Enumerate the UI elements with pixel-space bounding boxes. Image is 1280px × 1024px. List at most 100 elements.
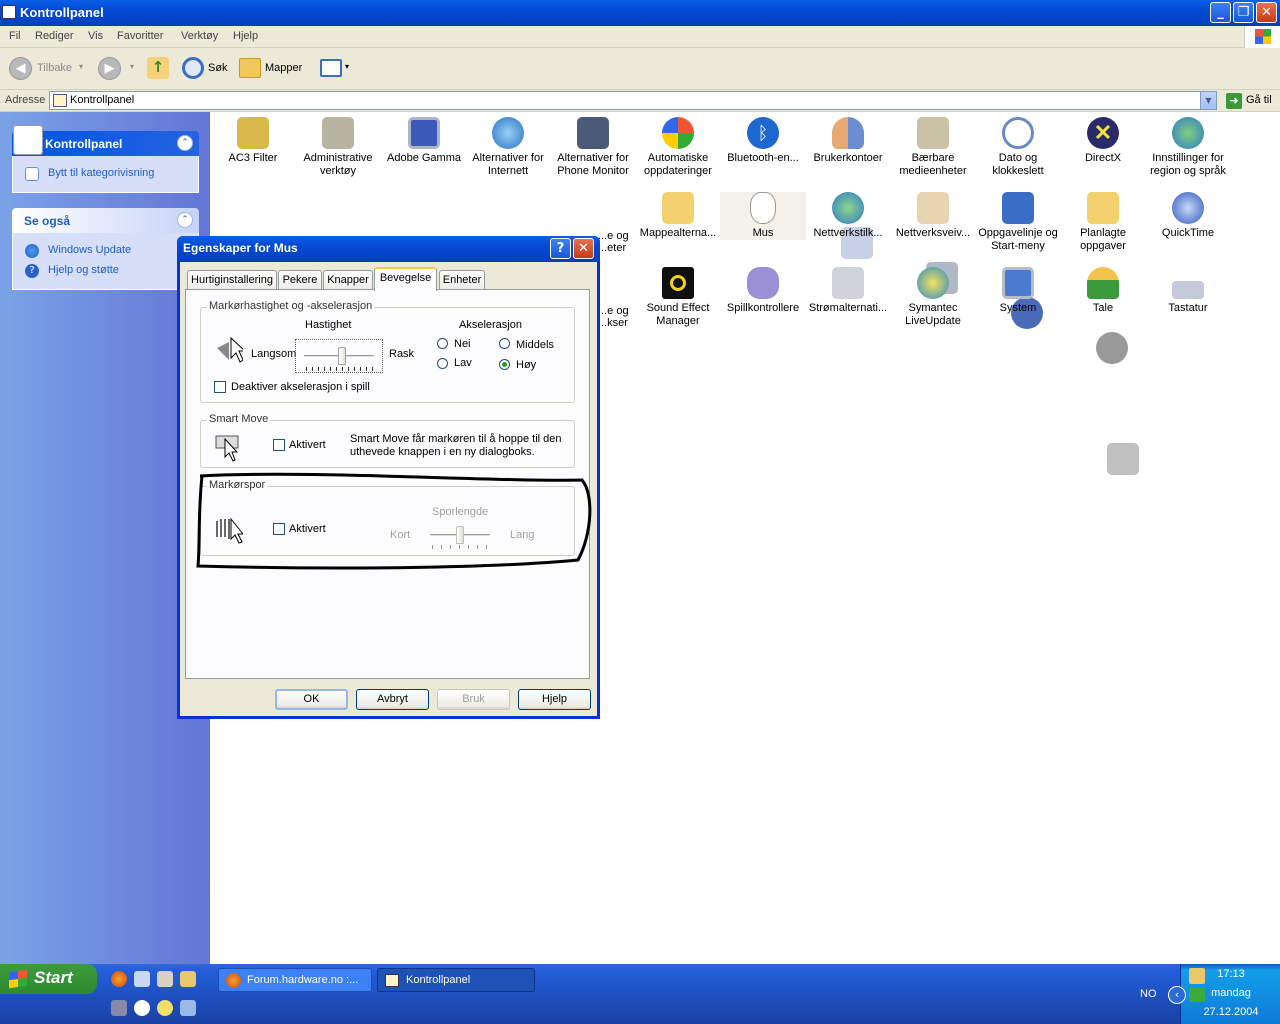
item-bluetooth[interactable]: ᛒ Bluetooth-en... (720, 117, 806, 165)
item-portable-media[interactable]: Bærbare medieenheter (890, 117, 976, 178)
panel-header-see-also[interactable]: Se også ⌃ (12, 208, 199, 233)
up-folder-icon[interactable]: ↑ (147, 57, 169, 79)
task-forum-hardware[interactable]: Forum.hardware.no :... (218, 968, 372, 992)
item-mouse[interactable]: Mus (720, 192, 806, 240)
menu-favorites[interactable]: Favoritter (117, 30, 163, 42)
radio-high[interactable] (499, 359, 510, 370)
item-region-language[interactable]: Innstillinger for region og språk (1145, 117, 1231, 178)
search-icon[interactable] (182, 57, 204, 79)
tab-pekere[interactable]: Pekere (278, 270, 322, 290)
item-network-connections[interactable]: Nettverkstilk... (805, 192, 891, 240)
item-symantec-liveupdate[interactable]: Symantec LiveUpdate (890, 267, 976, 328)
ok-button[interactable]: OK (275, 689, 348, 710)
menu-file[interactable]: Fil (9, 30, 21, 42)
item-network-wizard[interactable]: Nettverksveiv... (890, 192, 976, 240)
back-dropdown-icon[interactable]: ▾ (79, 62, 83, 71)
go-arrow-icon[interactable]: ➜ (1226, 93, 1242, 109)
window-title-bar[interactable]: Kontrollpanel _ ❐ ✕ (0, 0, 1280, 26)
quicklaunch-icon-8[interactable] (180, 1000, 196, 1016)
tab-hurtiginstallering[interactable]: Hurtiginstallering (187, 270, 277, 290)
tab-bevegelse[interactable]: Bevegelse (374, 267, 437, 291)
radio-low[interactable] (437, 358, 448, 369)
item-power-options[interactable]: Strømalternati... (805, 267, 891, 315)
menu-bar: Fil Rediger Vis Favoritter Verktøy Hjelp (0, 26, 1280, 48)
item-speech[interactable]: Tale (1060, 267, 1146, 315)
item-game-controllers[interactable]: Spillkontrollere (720, 267, 806, 315)
item-sound-effect-manager[interactable]: Sound Effect Manager (635, 267, 721, 328)
item-admin-tools[interactable]: Administrative verktøy (295, 117, 381, 178)
item-folder-options[interactable]: Mappealterna... (635, 192, 721, 240)
forward-arrow-icon[interactable]: ▶ (98, 57, 121, 80)
close-button[interactable]: ✕ (1256, 2, 1277, 23)
views-dropdown-icon[interactable]: ▾ (345, 62, 349, 71)
views-icon[interactable] (320, 59, 342, 77)
panel-title: Se også (24, 214, 71, 228)
menu-edit[interactable]: Rediger (35, 30, 74, 42)
tab-knapper[interactable]: Knapper (323, 270, 373, 290)
address-input[interactable]: Kontrollpanel ▼ (49, 91, 1217, 110)
apply-button[interactable]: Bruk (437, 689, 510, 710)
help-icon[interactable]: ? (550, 238, 571, 259)
help-button[interactable]: Hjelp (518, 689, 591, 710)
go-button[interactable]: Gå til (1246, 94, 1272, 106)
item-ac3-filter[interactable]: AC3 Filter (210, 117, 296, 165)
close-button[interactable]: ✕ (573, 238, 594, 259)
folders-button[interactable]: Mapper (265, 62, 302, 74)
partial-item-icon[interactable] (1107, 443, 1139, 475)
back-arrow-icon[interactable]: ◀ (9, 57, 32, 80)
address-dropdown-icon[interactable]: ▼ (1200, 92, 1216, 109)
switch-to-category-view-link[interactable]: Bytt til kategorivisning (48, 167, 154, 179)
item-internet-options[interactable]: Alternativer for Internett (465, 117, 551, 178)
quicklaunch-icon-4[interactable] (180, 971, 196, 987)
smart-move-checkbox[interactable] (273, 439, 285, 451)
clock-time[interactable]: 17:13 (1181, 968, 1280, 980)
folders-icon[interactable] (239, 58, 261, 78)
collapse-chevron-icon[interactable]: ⌃ (177, 212, 193, 228)
item-adobe-gamma[interactable]: Adobe Gamma (381, 117, 467, 165)
menu-help[interactable]: Hjelp (233, 30, 258, 42)
quicklaunch-icon-6[interactable] (134, 1000, 150, 1016)
item-automatic-updates[interactable]: Automatiske oppdateringer (635, 117, 721, 178)
cancel-button[interactable]: Avbryt (356, 689, 429, 710)
firefox-icon[interactable] (111, 971, 127, 987)
maximize-button[interactable]: ❐ (1233, 2, 1254, 23)
minimize-button[interactable]: _ (1210, 2, 1231, 23)
item-user-accounts[interactable]: Brukerkontoer (805, 117, 891, 165)
bluetooth-icon: ᛒ (747, 117, 779, 149)
back-button[interactable]: Tilbake (37, 62, 72, 74)
speed-slider-thumb[interactable] (338, 347, 346, 365)
tray-expand-chevron-icon[interactable]: ‹ (1168, 986, 1186, 1004)
dialog-title-bar[interactable]: Egenskaper for Mus ? ✕ (177, 236, 600, 262)
item-taskbar-start[interactable]: Oppgavelinje og Start-meny (975, 192, 1061, 253)
windows-update-link[interactable]: Windows Update (48, 244, 131, 256)
task-kontrollpanel[interactable]: Kontrollpanel (377, 968, 535, 992)
quicklaunch-icon-2[interactable] (134, 971, 150, 987)
speaker-icon[interactable] (1096, 332, 1128, 364)
item-system[interactable]: System (975, 267, 1061, 315)
item-scheduled-tasks[interactable]: Planlagte oppgaver (1060, 192, 1146, 253)
menu-tools[interactable]: Verktøy (181, 30, 218, 42)
quicklaunch-icon-3[interactable] (157, 971, 173, 987)
panel-header-control-panel[interactable]: Kontrollpanel ⌃ (12, 125, 199, 156)
collapse-chevron-icon[interactable]: ⌃ (177, 135, 193, 151)
start-button[interactable]: Start (0, 964, 97, 994)
quicklaunch-icon-5[interactable] (111, 1000, 127, 1016)
item-label-2: medieenheter (899, 165, 967, 177)
item-keyboard[interactable]: Tastatur (1145, 267, 1231, 315)
item-date-time[interactable]: Dato og klokkeslett (975, 117, 1061, 178)
disable-acceleration-checkbox[interactable] (214, 381, 226, 393)
tab-enheter[interactable]: Enheter (439, 270, 485, 290)
forward-dropdown-icon[interactable]: ▾ (130, 62, 134, 71)
item-directx[interactable]: ✕ DirectX (1060, 117, 1146, 165)
speed-slider[interactable] (295, 339, 383, 373)
language-indicator[interactable]: NO (1140, 988, 1157, 1000)
radio-medium[interactable] (499, 338, 510, 349)
menu-view[interactable]: Vis (88, 30, 103, 42)
item-phone-monitor[interactable]: Alternativer for Phone Monitor (550, 117, 636, 178)
quicklaunch-icon-7[interactable] (157, 1000, 173, 1016)
hand-drawn-annotation (196, 472, 592, 570)
help-and-support-link[interactable]: Hjelp og støtte (48, 264, 119, 276)
radio-none[interactable] (437, 338, 448, 349)
search-button[interactable]: Søk (208, 62, 228, 74)
item-quicktime[interactable]: QuickTime (1145, 192, 1231, 240)
